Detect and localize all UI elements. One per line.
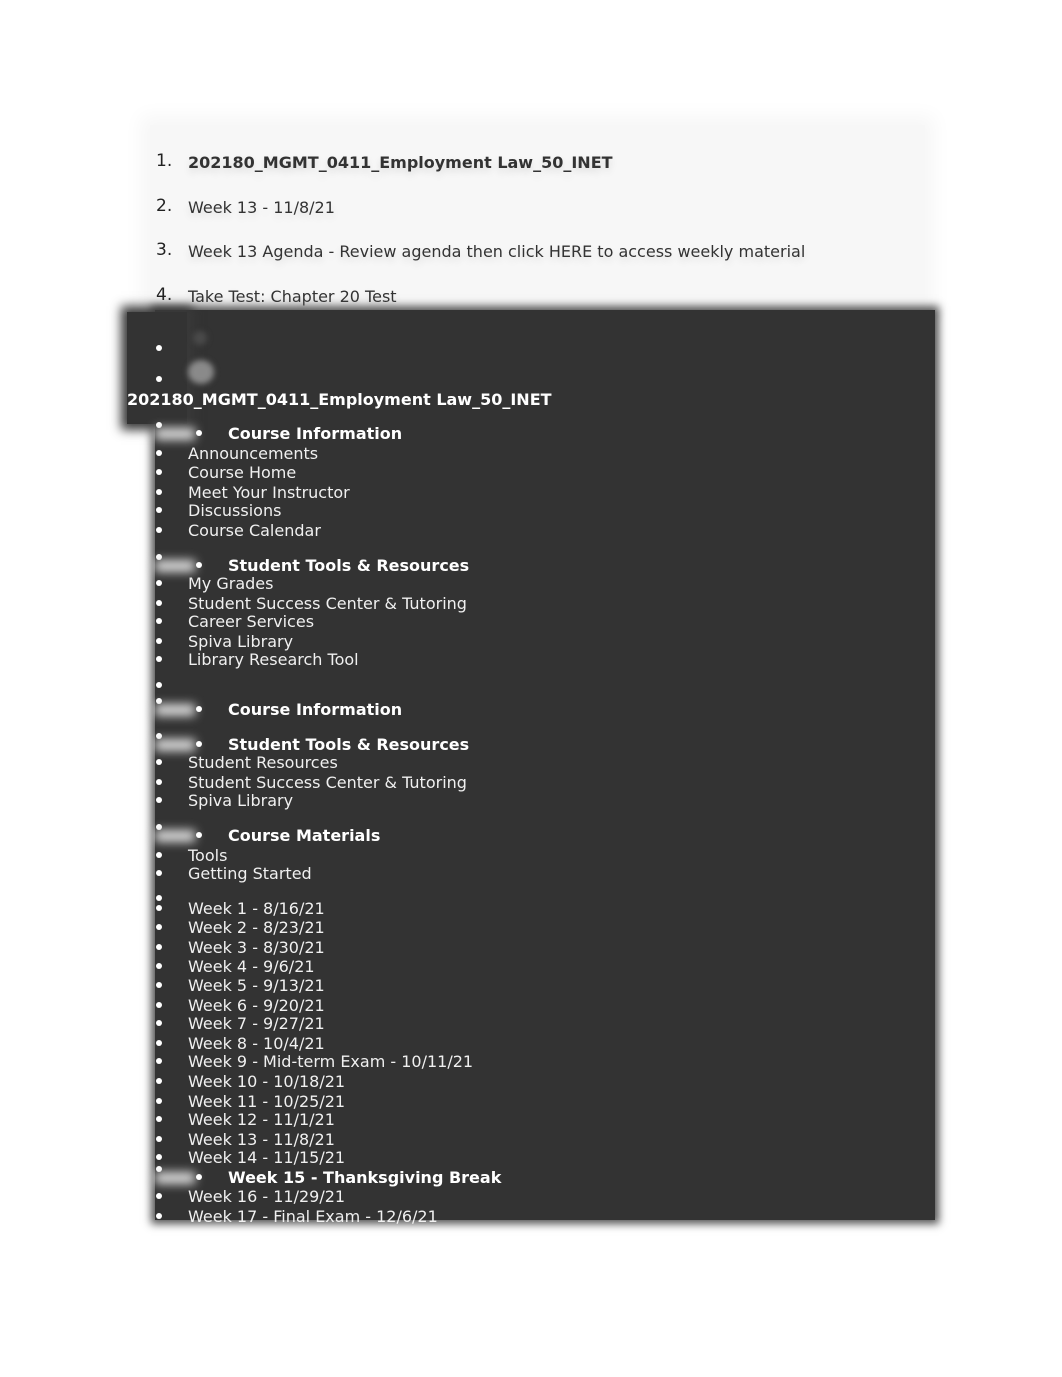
bullet-icon [196, 430, 202, 436]
nav-item[interactable]: Student Resources [188, 753, 338, 773]
nav-item[interactable]: Announcements [188, 444, 318, 464]
week-item[interactable]: Week 10 - 10/18/21 [188, 1072, 345, 1092]
bullet-icon [156, 1040, 162, 1046]
week-item[interactable]: Week 17 - Final Exam - 12/6/21 [188, 1207, 438, 1227]
heading-icon-placeholder [155, 428, 195, 440]
bullet-icon [156, 345, 162, 351]
bullet-icon [156, 779, 162, 785]
bullet-icon [156, 1136, 162, 1142]
nav-item[interactable]: Spiva Library [188, 632, 293, 652]
bullet-icon [156, 376, 162, 382]
bullet-icon [156, 1020, 162, 1026]
bullet-icon [156, 895, 162, 901]
nav-item[interactable]: Student Success Center & Tutoring [188, 594, 467, 614]
bullet-icon [196, 832, 202, 838]
bullet-icon [156, 489, 162, 495]
week-item[interactable]: Week 9 - Mid-term Exam - 10/11/21 [188, 1052, 473, 1072]
bullet-icon [156, 1002, 162, 1008]
heading-icon-placeholder [155, 704, 195, 716]
week-item[interactable]: Week 12 - 11/1/21 [188, 1110, 335, 1130]
bullet-icon [156, 527, 162, 533]
bullet-icon [156, 759, 162, 765]
bullet-icon [156, 905, 162, 911]
week-item[interactable]: Week 2 - 8/23/21 [188, 918, 325, 938]
nav-item[interactable]: Course Calendar [188, 521, 321, 541]
bullet-icon [156, 450, 162, 456]
section-heading[interactable]: Course Information [228, 424, 402, 444]
bullet-icon [196, 741, 202, 747]
bullet-icon [156, 944, 162, 950]
bullet-icon [156, 852, 162, 858]
week-item[interactable]: Week 11 - 10/25/21 [188, 1092, 345, 1112]
bullet-icon [156, 469, 162, 475]
week-item[interactable]: Week 1 - 8/16/21 [188, 899, 325, 919]
bullet-icon [156, 656, 162, 662]
heading-icon-placeholder [155, 560, 195, 572]
bullet-icon [196, 1174, 202, 1180]
bullet-icon [156, 963, 162, 969]
bullet-icon [156, 1116, 162, 1122]
week-item[interactable]: Week 6 - 9/20/21 [188, 996, 325, 1016]
bullet-icon [156, 600, 162, 606]
bullet-icon [156, 618, 162, 624]
nav-item[interactable]: My Grades [188, 574, 273, 594]
bullet-icon [196, 562, 202, 568]
section-heading[interactable]: Course Information [228, 700, 402, 720]
course-menu: 202180_MGMT_0411_Employment Law_50_INET … [0, 0, 1062, 1377]
week-item[interactable]: Week 5 - 9/13/21 [188, 976, 325, 996]
menu-icon[interactable] [193, 331, 207, 345]
nav-item[interactable]: Discussions [188, 501, 281, 521]
nav-item[interactable]: Getting Started [188, 864, 312, 884]
section-heading[interactable]: Week 15 - Thanksgiving Break [228, 1168, 501, 1188]
nav-item[interactable]: Library Research Tool [188, 650, 359, 670]
bullet-icon [156, 797, 162, 803]
section-heading[interactable]: Course Materials [228, 826, 380, 846]
bullet-icon [196, 706, 202, 712]
nav-item[interactable]: Student Success Center & Tutoring [188, 773, 467, 793]
bullet-icon [156, 1154, 162, 1160]
bullet-icon [156, 1193, 162, 1199]
week-item[interactable]: Week 13 - 11/8/21 [188, 1130, 335, 1150]
week-item[interactable]: Week 7 - 9/27/21 [188, 1014, 325, 1034]
nav-item[interactable]: Spiva Library [188, 791, 293, 811]
week-item[interactable]: Week 14 - 11/15/21 [188, 1148, 345, 1168]
bullet-icon [156, 1213, 162, 1219]
bullet-icon [156, 924, 162, 930]
heading-icon-placeholder [155, 830, 195, 842]
week-item[interactable]: Week 4 - 9/6/21 [188, 957, 315, 977]
course-title[interactable]: 202180_MGMT_0411_Employment Law_50_INET [127, 390, 552, 410]
nav-item[interactable]: Career Services [188, 612, 314, 632]
bullet-icon [156, 682, 162, 688]
heading-icon-placeholder [155, 739, 195, 751]
bullet-icon [156, 870, 162, 876]
week-item[interactable]: Week 8 - 10/4/21 [188, 1034, 325, 1054]
bullet-icon [156, 1078, 162, 1084]
heading-icon-placeholder [155, 1172, 195, 1184]
bullet-icon [156, 580, 162, 586]
nav-item[interactable]: Tools [188, 846, 227, 866]
week-item[interactable]: Week 3 - 8/30/21 [188, 938, 325, 958]
week-item[interactable]: Week 16 - 11/29/21 [188, 1187, 345, 1207]
bullet-icon [156, 507, 162, 513]
bullet-icon [156, 982, 162, 988]
nav-item[interactable]: Course Home [188, 463, 296, 483]
bullet-icon [156, 638, 162, 644]
bullet-icon [156, 1058, 162, 1064]
home-icon[interactable] [188, 360, 214, 384]
section-heading[interactable]: Student Tools & Resources [228, 735, 469, 755]
bullet-icon [156, 1098, 162, 1104]
section-heading[interactable]: Student Tools & Resources [228, 556, 469, 576]
nav-item[interactable]: Meet Your Instructor [188, 483, 350, 503]
